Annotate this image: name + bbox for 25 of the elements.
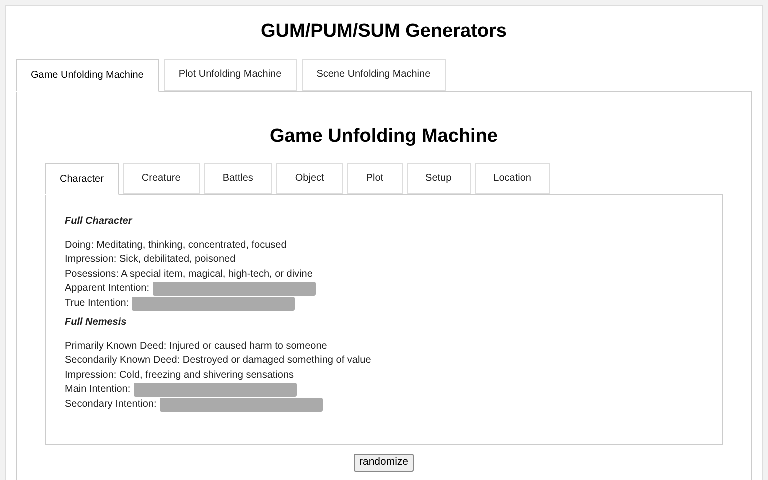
field-label: Main Intention: bbox=[65, 383, 131, 397]
field-label: True Intention: bbox=[65, 296, 130, 310]
tab[interactable]: Game Unfolding Machine bbox=[16, 58, 159, 92]
result-line: Primarily Known Deed: Injured or caused harm to someone bbox=[65, 340, 328, 354]
section-heading: Full Nemesis bbox=[65, 316, 128, 330]
field-label: Secondary Intention: bbox=[65, 398, 157, 412]
field-label: Apparent Intention: bbox=[65, 282, 150, 296]
result-line: Impression: Sick, debilitated, poisoned bbox=[65, 253, 236, 267]
panel-title: Game Unfolding Machine bbox=[268, 124, 500, 148]
tab[interactable]: Object bbox=[276, 163, 344, 194]
randomize-button[interactable]: randomize bbox=[354, 454, 414, 472]
result-line: Doing: Meditating, thinking, concentrated, focused bbox=[65, 238, 287, 252]
result-line: Secondarily Known Deed: Destroyed or damaged something of value bbox=[65, 354, 372, 368]
tab[interactable]: Location bbox=[474, 163, 550, 194]
tab[interactable]: Scene Unfolding Machine bbox=[302, 58, 446, 90]
tab[interactable]: Plot bbox=[347, 163, 403, 194]
result-line: Impression: Cold, freezing and shivering sensations bbox=[65, 368, 294, 382]
result-line: Posessions: A special item, magical, high-tech, or divine bbox=[65, 268, 313, 282]
tab[interactable]: Setup bbox=[406, 163, 471, 194]
tab[interactable]: Character bbox=[45, 163, 119, 195]
page-title: GUM/PUM/SUM Generators bbox=[260, 20, 508, 44]
tab[interactable]: Battles bbox=[204, 163, 272, 194]
section-heading: Full Character bbox=[65, 215, 134, 229]
tab[interactable]: Plot Unfolding Machine bbox=[164, 58, 297, 90]
tab[interactable]: Creature bbox=[122, 163, 200, 194]
